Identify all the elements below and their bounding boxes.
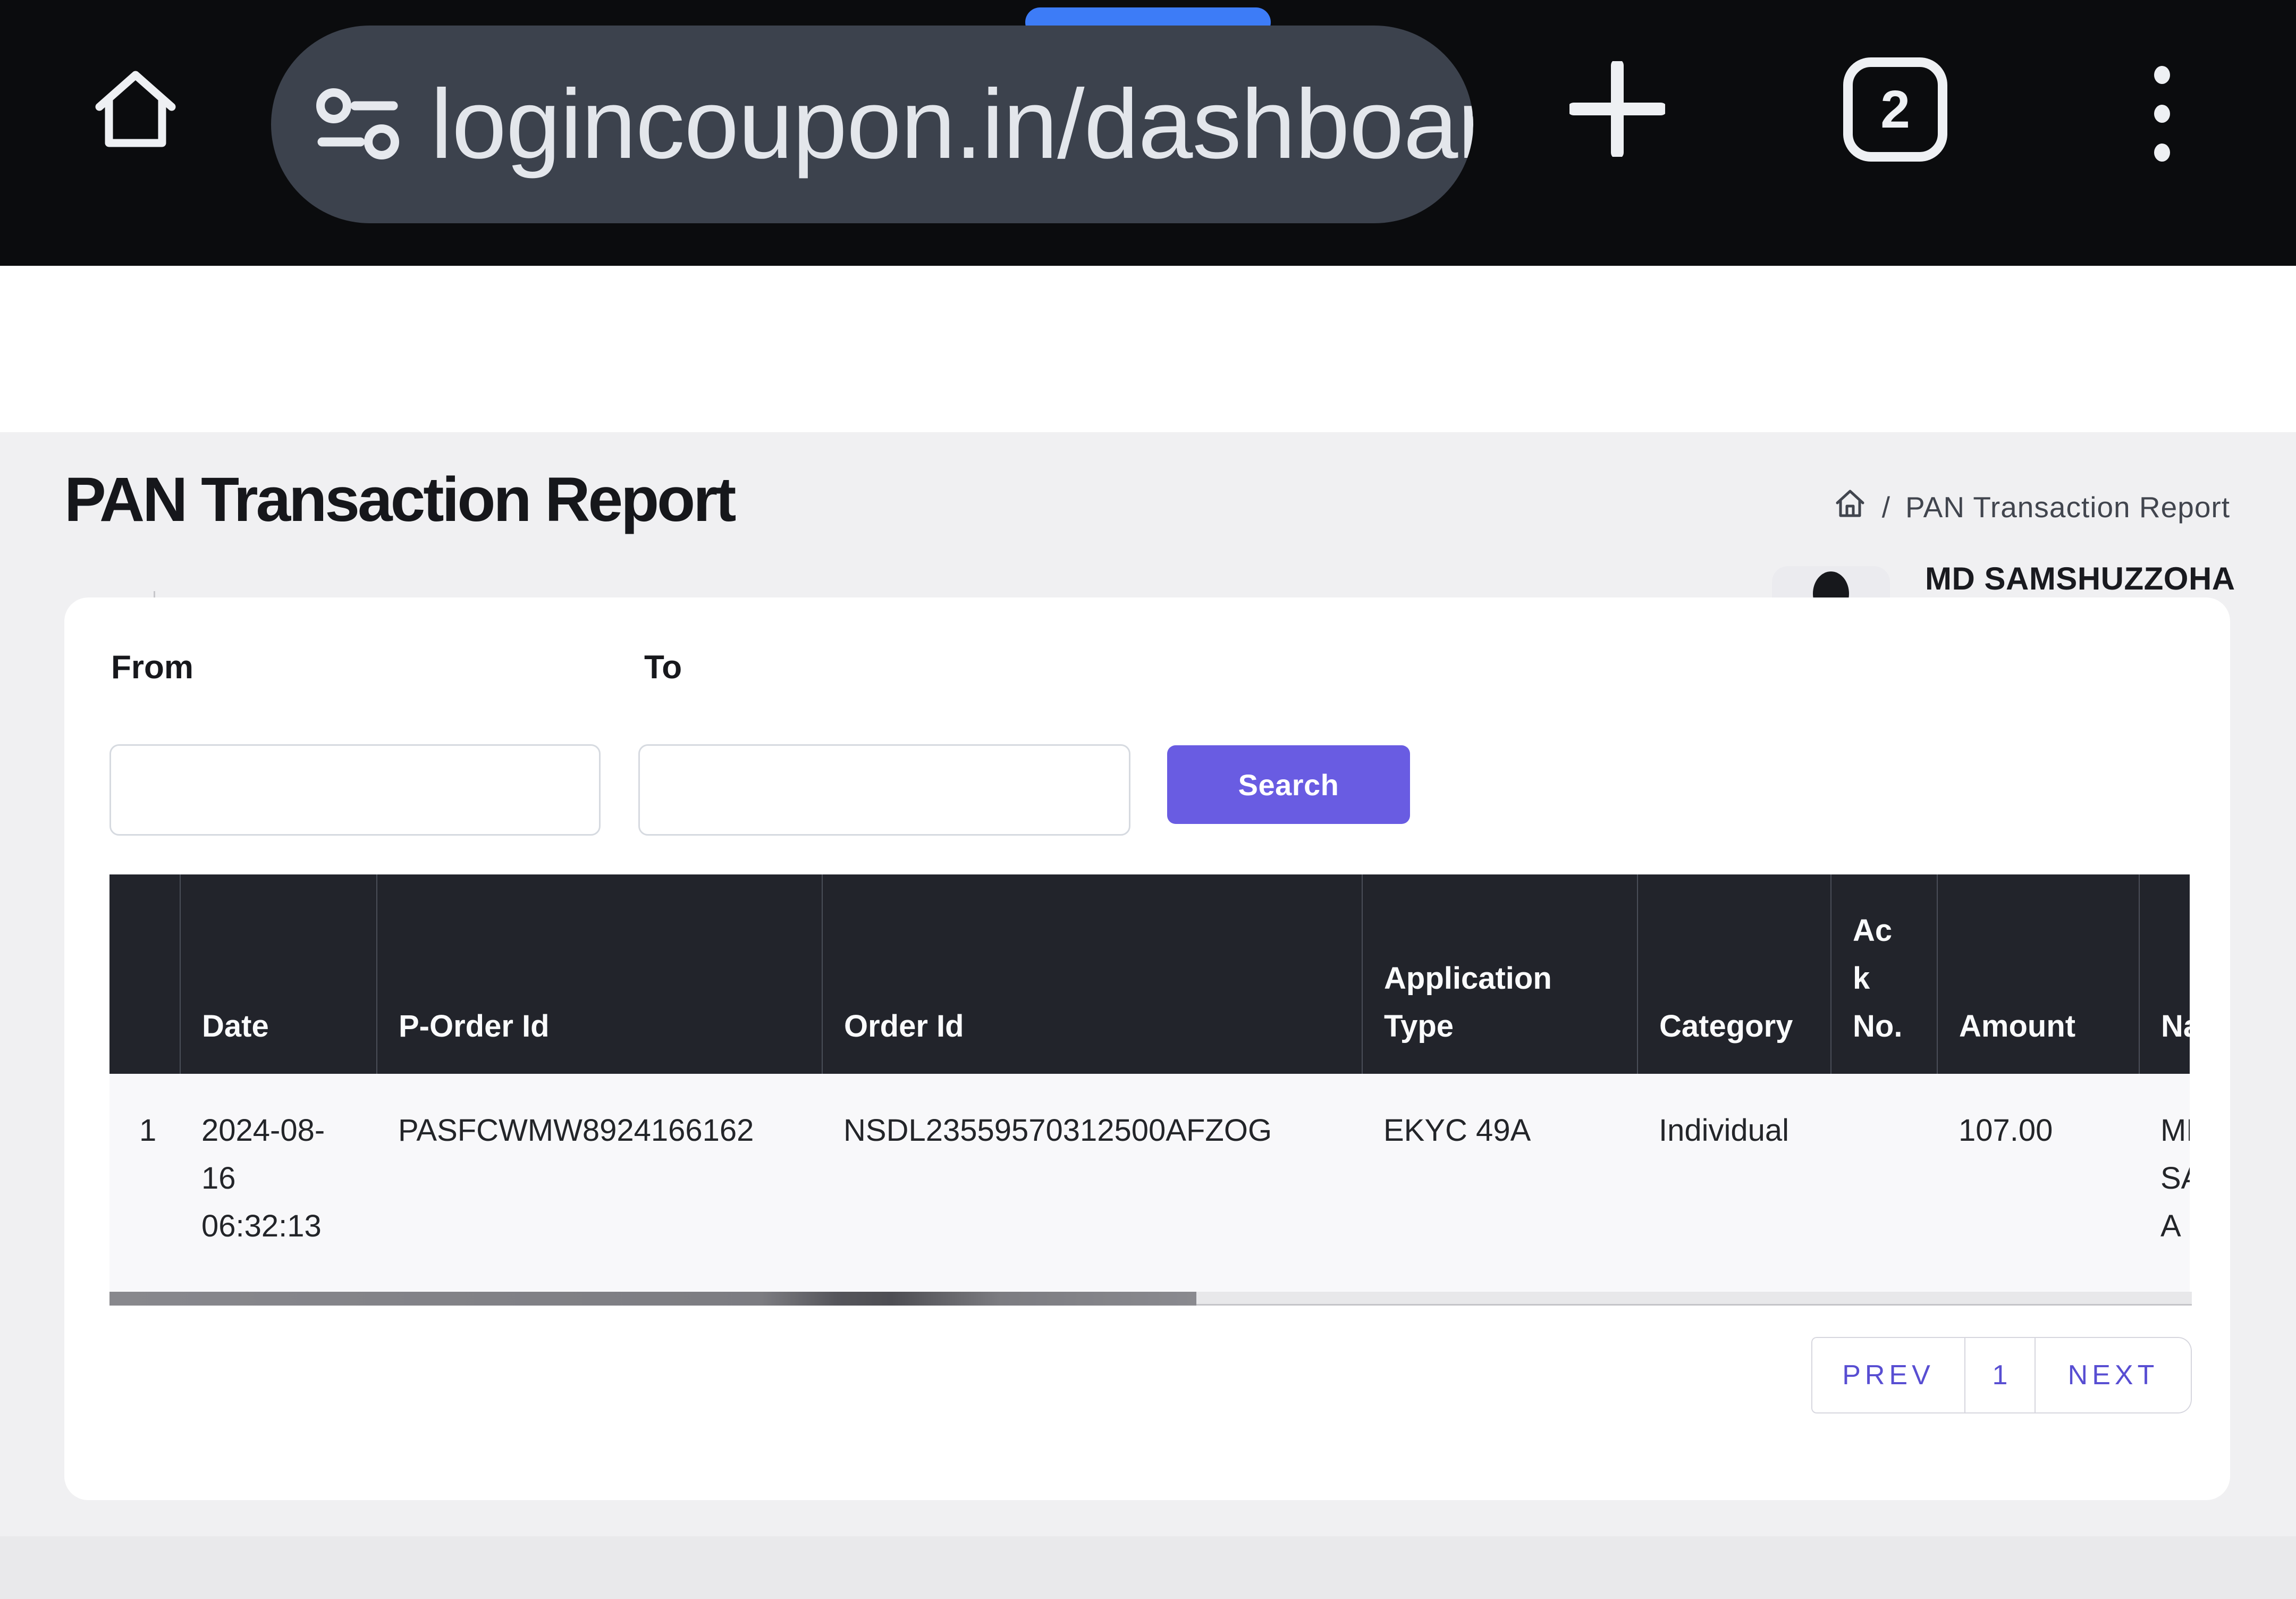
col-header-date: Date <box>180 874 377 1074</box>
col-header-ack-no: Ack No. <box>1831 874 1937 1074</box>
col-header-sn <box>109 874 180 1074</box>
cell-p-order-id: PASFCWMW8924166162 <box>377 1074 822 1292</box>
url-text: logincoupon.in/dashboar <box>430 68 1473 181</box>
cell-name: MD SAMSHUZZOHA <box>2139 1074 2190 1292</box>
breadcrumb-separator: / <box>1882 490 1890 524</box>
url-bar[interactable]: logincoupon.in/dashboar <box>271 26 1473 223</box>
menu-dot-icon <box>2154 66 2170 84</box>
site-settings-icon[interactable] <box>313 78 403 171</box>
col-header-name: Name <box>2139 874 2190 1074</box>
breadcrumb-current: PAN Transaction Report <box>1905 490 2230 524</box>
col-header-p-order-id: P-Order Id <box>377 874 822 1074</box>
cell-application-type: EKYC 49A <box>1362 1074 1637 1292</box>
search-button[interactable]: Search <box>1167 745 1410 824</box>
col-header-amount: Amount <box>1937 874 2139 1074</box>
page-title: PAN Transaction Report <box>64 464 734 536</box>
scrollbar-thumb[interactable] <box>109 1292 1196 1306</box>
table-row: 1 2024-08-16 06:32:13 PASFCWMW8924166162… <box>109 1074 2190 1292</box>
cell-order-id: NSDL23559570312500AFZOG <box>822 1074 1362 1292</box>
report-card: From To Search Date P-Order Id Order Id … <box>64 597 2230 1500</box>
cell-category: Individual <box>1637 1074 1831 1292</box>
menu-dot-icon <box>2154 105 2170 123</box>
next-page-button[interactable]: NEXT <box>2036 1337 2192 1413</box>
screen: logincoupon.in/dashboar 2 <box>0 0 2296 1599</box>
cell-ack-no <box>1831 1074 1937 1292</box>
to-date-input[interactable] <box>638 744 1130 836</box>
breadcrumb: / PAN Transaction Report <box>1833 487 2230 527</box>
browser-home-button[interactable] <box>80 56 191 162</box>
transactions-table: Date P-Order Id Order Id Application Typ… <box>109 874 2190 1292</box>
col-header-order-id: Order Id <box>822 874 1362 1074</box>
menu-dot-icon <box>2154 144 2170 162</box>
pagination: PREV 1 NEXT <box>1811 1337 2192 1413</box>
transactions-table-wrap: Date P-Order Id Order Id Application Typ… <box>109 874 2190 1292</box>
breadcrumb-home-icon[interactable] <box>1833 487 1867 527</box>
tab-switcher-button[interactable]: 2 <box>1843 57 1947 162</box>
page-number-button[interactable]: 1 <box>1965 1337 2036 1413</box>
table-header-row: Date P-Order Id Order Id Application Typ… <box>109 874 2190 1074</box>
home-icon <box>88 63 183 155</box>
browser-menu-button[interactable] <box>2151 66 2173 162</box>
user-name: MD SAMSHUZZOHA <box>1925 561 2235 596</box>
plus-icon <box>1569 61 1665 159</box>
to-label: To <box>644 649 682 686</box>
prev-page-button[interactable]: PREV <box>1811 1337 1965 1413</box>
col-header-application-type: Application Type <box>1362 874 1637 1074</box>
cell-amount: 107.00 <box>1937 1074 2139 1292</box>
tab-count: 2 <box>1880 79 1910 140</box>
browser-chrome-bar: logincoupon.in/dashboar 2 <box>0 0 2296 266</box>
from-label: From <box>111 649 193 686</box>
cell-sn: 1 <box>109 1074 180 1292</box>
from-date-input[interactable] <box>109 744 601 836</box>
horizontal-scrollbar[interactable] <box>109 1292 2192 1306</box>
footer-band <box>0 1536 2296 1599</box>
col-header-category: Category <box>1637 874 1831 1074</box>
new-tab-button[interactable] <box>1568 61 1666 159</box>
app-header: MD SAMSHUZZOHA RETAILER MDSAM34293 <box>0 266 2296 432</box>
cell-date: 2024-08-16 06:32:13 <box>180 1074 377 1292</box>
